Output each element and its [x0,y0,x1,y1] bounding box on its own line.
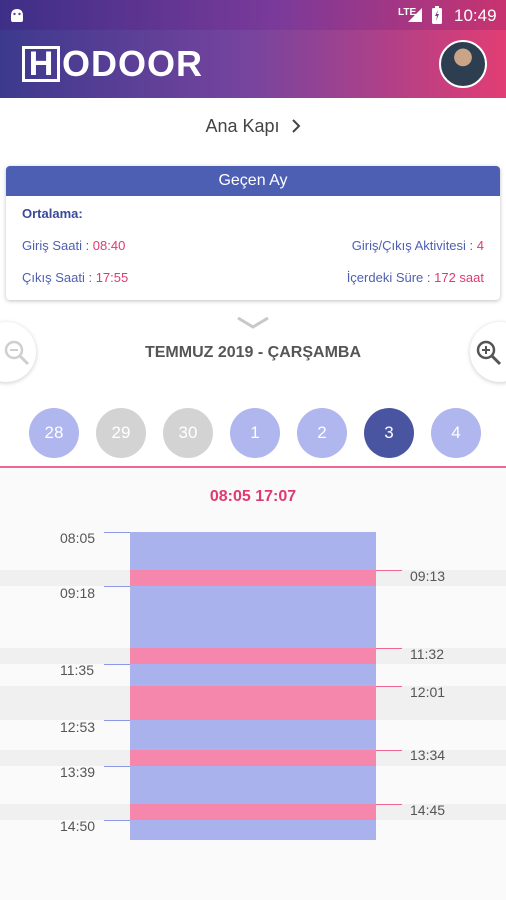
exit-tick [376,750,402,751]
outside-segment [130,648,376,664]
exit-time-label: 12:01 [410,684,446,700]
avg-inside-label: İçerdeki Süre : [346,270,435,285]
entry-tick [104,664,130,665]
entry-time-label: 14:50 [60,818,96,834]
day-button[interactable]: 28 [29,408,79,458]
outside-segment [130,804,376,820]
avg-inside-duration: İçerdeki Süre : 172 saat [347,270,484,285]
exit-tick [376,686,402,687]
entry-tick [104,820,130,821]
entry-tick [104,720,130,721]
entry-time-label: 12:53 [60,719,96,735]
door-selector[interactable]: Ana Kapı [0,116,506,144]
day-button[interactable]: 30 [163,408,213,458]
avg-exit-value: 17:55 [95,270,129,285]
entry-tick [104,766,130,767]
app-bar: H ODOOR [0,30,506,98]
battery-icon [432,6,442,24]
entry-time-label: 11:35 [60,662,94,678]
status-time: 10:49 [454,6,497,25]
summary-card: Geçen Ay Ortalama: Giriş Saati : 08:40 Ç… [6,166,500,300]
avg-entry-time: Giriş Saati : 08:40 [22,238,125,253]
avg-activity: Giriş/Çıkış Aktivitesi : 4 [352,238,484,253]
selected-date-label: TEMMUZ 2019 - ÇARŞAMBA [144,344,361,361]
day-timeline: 08:05 17:07 08:05 09:18 11:35 12:53 13:3… [0,468,506,900]
exit-time-label: 13:34 [410,747,446,763]
summary-card-header: Geçen Ay [6,166,500,196]
day-button[interactable]: 1 [230,408,280,458]
inside-segment [130,664,376,686]
exit-time-label: 14:45 [410,802,446,818]
exit-time-label: 11:32 [410,646,444,662]
entry-time-label: 13:39 [60,764,96,780]
status-bar: LTE 10:49 [0,0,506,30]
avg-entry-label: Giriş Saati : [22,238,93,253]
exit-tick [376,648,402,649]
signal-icon [408,8,422,22]
android-icon [11,9,23,22]
avg-exit-time: Çıkış Saati : 17:55 [22,270,128,285]
inside-segment [130,766,376,804]
door-name: Ana Kapı [205,116,280,136]
entry-tick [104,532,130,533]
chevron-down-icon[interactable] [236,316,270,330]
entry-tick [104,586,130,587]
day-button[interactable]: 29 [96,408,146,458]
exit-tick [376,804,402,805]
outside-segment [130,570,376,586]
exit-time-label: 09:13 [410,568,446,584]
logo-mark: H [22,46,60,82]
entry-time-label: 08:05 [60,530,96,546]
day-button-selected[interactable]: 3 [364,408,414,458]
profile-avatar[interactable] [439,40,487,88]
avg-activity-label: Giriş/Çıkış Aktivitesi : [351,238,477,253]
inside-segment [130,820,376,840]
chevron-right-icon [291,119,300,133]
avg-inside-value: 172 saat [434,270,484,285]
outside-segment [130,750,376,766]
inside-segment [130,586,376,648]
day-button[interactable]: 2 [297,408,347,458]
entry-time-label: 09:18 [60,585,96,601]
summary-subtitle: Ortalama: [22,206,83,221]
inside-segment [130,532,376,570]
outside-segment [130,686,376,720]
avg-activity-value: 4 [476,238,484,253]
logo-text: ODOOR [62,43,204,84]
inside-segment [130,720,376,750]
avg-entry-value: 08:40 [92,238,126,253]
day-selector: 28 29 30 1 2 3 4 [0,408,506,458]
avg-exit-label: Çıkış Saati : [22,270,96,285]
app-logo: H ODOOR [22,43,204,84]
time-range-label: 08:05 17:07 [209,488,297,505]
exit-tick [376,570,402,571]
day-button[interactable]: 4 [431,408,481,458]
